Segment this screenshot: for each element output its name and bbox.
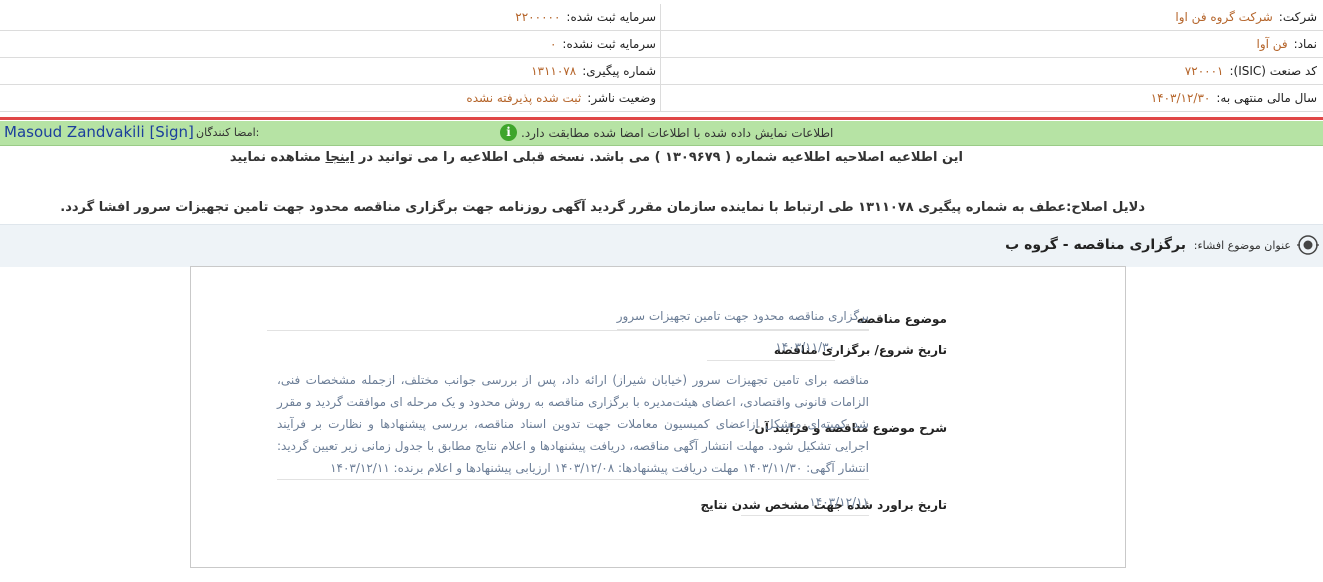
unregistered-capital-cell: سرمایه ثبت نشده: ۰ <box>0 31 661 57</box>
publisher-status-label: وضعیت ناشر: <box>587 91 656 105</box>
isic-label: کد صنعت (ISIC): <box>1229 64 1317 78</box>
tracking-cell: شماره پیگیری: ۱۳۱۱۰۷۸ <box>0 58 661 84</box>
correction-prefix: این اطلاعیه اصلاحیه اطلاعیه شماره ( ۱۳۰۹… <box>358 150 963 165</box>
correction-notice: این اطلاعیه اصلاحیه اطلاعیه شماره ( ۱۳۰۹… <box>230 150 963 165</box>
company-label: شرکت: <box>1278 10 1317 24</box>
isic-value: ۷۲۰۰۰۱ <box>1184 64 1224 78</box>
registered-capital-label: سرمایه ثبت شده: <box>566 10 656 24</box>
row-divider <box>267 330 869 331</box>
subject-label: عنوان موضوع افشاء: <box>1193 239 1291 252</box>
fiscal-year-value: ۱۴۰۳/۱۲/۳۰ <box>1150 91 1211 105</box>
subject-heading: عنوان موضوع افشاء: برگزاری مناقصه - گروه… <box>1005 237 1291 253</box>
correction-suffix: مشاهده نمایید <box>229 150 321 165</box>
header-row-3: کد صنعت (ISIC): ۷۲۰۰۰۱ شماره پیگیری: ۱۳۱… <box>0 58 1323 85</box>
header-row-2: نماد: فن آوا سرمایه ثبت نشده: ۰ <box>0 31 1323 58</box>
description-value: مناقصه برای تامین تجهیزات سرور (خیابان ش… <box>277 369 869 480</box>
target-icon <box>1297 235 1319 255</box>
tracking-value: ۱۳۱۱۰۷۸ <box>531 64 577 78</box>
company-value: شرکت گروه فن اوا <box>1175 10 1273 24</box>
subject-bar: عنوان موضوع افشاء: برگزاری مناقصه - گروه… <box>0 224 1323 267</box>
tender-subject-label: موضوع مناقصه <box>856 312 947 326</box>
header-row-1: شرکت: شرکت گروه فن اوا سرمایه ثبت شده: ۲… <box>0 4 1323 31</box>
verification-text: اطلاعات نمایش داده شده با اطلاعات امضا ش… <box>521 125 834 140</box>
correction-reasons: دلایل اصلاح:عطف به شماره پیگیری ۱۳۱۱۰۷۸ … <box>60 200 1145 215</box>
signers-label: امضا کنندگان: <box>196 126 260 139</box>
header-row-4: سال مالی منتهی به: ۱۴۰۳/۱۲/۳۰ وضعیت ناشر… <box>0 85 1323 112</box>
registered-capital-cell: سرمایه ثبت شده: ۲۲۰۰۰۰۰ <box>0 4 661 30</box>
tender-details-box: موضوع مناقصه برگزاری مناقصه محدود جهت تا… <box>190 266 1126 568</box>
previous-version-link[interactable]: اینجا <box>325 150 354 165</box>
tender-subject-value: برگزاری مناقصه محدود جهت تامین تجهیزات س… <box>616 309 869 330</box>
info-icon: i <box>500 124 517 141</box>
symbol-label: نماد: <box>1293 37 1317 51</box>
tracking-label: شماره پیگیری: <box>582 64 656 78</box>
unregistered-capital-label: سرمایه ثبت نشده: <box>562 37 656 51</box>
signature-verification: i اطلاعات نمایش داده شده با اطلاعات امضا… <box>500 124 833 141</box>
start-date-value: ۱۴۰۳/۱۱/۳۰ <box>707 340 835 361</box>
fiscal-year-cell: سال مالی منتهی به: ۱۴۰۳/۱۲/۳۰ <box>661 85 1323 111</box>
fiscal-year-label: سال مالی منتهی به: <box>1216 91 1317 105</box>
result-date-value: ۱۴۰۳/۱۲/۱۱ <box>741 495 869 516</box>
unregistered-capital-value: ۰ <box>549 37 557 51</box>
isic-cell: کد صنعت (ISIC): ۷۲۰۰۰۱ <box>661 58 1323 84</box>
symbol-value: فن آوا <box>1256 37 1288 51</box>
publisher-status-cell: وضعیت ناشر: ثبت شده پذیرفته نشده <box>0 85 661 111</box>
separator-line <box>0 117 1323 120</box>
announcement-header: شرکت: شرکت گروه فن اوا سرمایه ثبت شده: ۲… <box>0 0 1323 112</box>
signer-name-link[interactable]: Masoud Zandvakili [Sign] <box>4 123 194 141</box>
publisher-status-value: ثبت شده پذیرفته نشده <box>466 91 582 105</box>
registered-capital-value: ۲۲۰۰۰۰۰ <box>515 10 561 24</box>
symbol-cell: نماد: فن آوا <box>661 31 1323 57</box>
subject-title: برگزاری مناقصه - گروه ب <box>1005 237 1186 253</box>
company-cell: شرکت: شرکت گروه فن اوا <box>661 4 1323 30</box>
signature-bar: امضا کنندگان: Masoud Zandvakili [Sign] i… <box>0 121 1323 146</box>
